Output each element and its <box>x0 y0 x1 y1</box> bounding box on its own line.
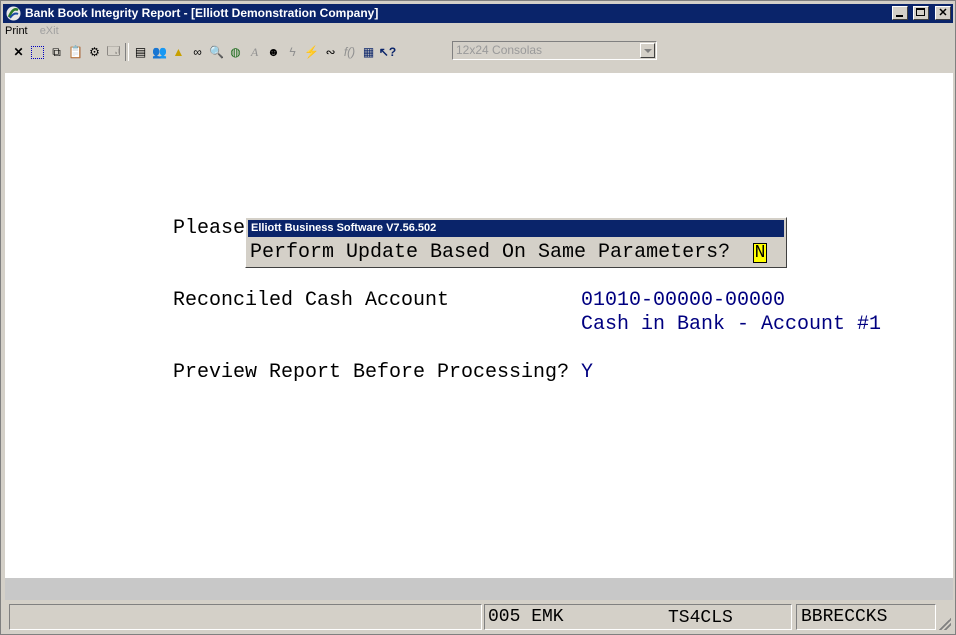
close-button[interactable]: ✕ <box>935 6 951 20</box>
copy-icon[interactable]: ⧉ <box>47 42 66 62</box>
status-bar: 005 EMK TS4CLS BBRECCKS <box>5 602 953 632</box>
lightning-icon[interactable]: ϟ <box>283 42 302 62</box>
help-pointer-icon[interactable]: ↖? <box>378 42 397 62</box>
maximize-button[interactable] <box>912 6 929 20</box>
resize-grip-icon[interactable] <box>939 618 951 630</box>
preview-value[interactable]: Y <box>581 361 593 385</box>
status-panel-station: TS4CLS <box>668 608 733 628</box>
terminal-screen: Please Reconciled Cash Account 01010-000… <box>5 73 953 578</box>
minimize-button[interactable] <box>892 6 909 20</box>
chevron-down-icon[interactable] <box>640 43 655 58</box>
properties-icon[interactable]: 🗔 <box>104 42 123 62</box>
status-panel-message <box>9 604 482 630</box>
link-icon[interactable]: ∾ <box>321 42 340 62</box>
paste-icon[interactable]: 📋 <box>66 42 85 62</box>
font-select-value: 12x24 Consolas <box>456 43 543 57</box>
toolbar: ✕ ⧉ 📋 ⚙ 🗔 ▤ 👥 ▲ ∞ 🔍 ◍ A ☻ ϟ ⚡ ∾ f() ▦ ↖? <box>9 41 397 63</box>
status-panel-user: 005 EMK <box>484 604 792 630</box>
horizontal-band <box>5 578 953 600</box>
account-label: Reconciled Cash Account <box>173 289 450 312</box>
menu-print[interactable]: Print <box>5 25 28 37</box>
dialog-question: Perform Update Based On Same Parameters? <box>250 241 731 264</box>
dialog-answer-input[interactable]: N <box>753 243 767 263</box>
title-bar[interactable]: Bank Book Integrity Report - [Elliott De… <box>3 4 953 23</box>
users-icon[interactable]: 👥 <box>150 42 169 62</box>
dialog-title: Elliott Business Software V7.56.502 <box>248 220 784 237</box>
lightning-box-icon[interactable]: ⚡ <box>302 42 321 62</box>
application-window: Bank Book Integrity Report - [Elliott De… <box>0 0 956 635</box>
font-icon[interactable]: A <box>245 42 264 62</box>
close-icon: ✕ <box>938 7 948 19</box>
please-text: Please <box>173 217 246 240</box>
account-number[interactable]: 01010-00000-00000 <box>581 289 785 313</box>
font-select[interactable]: 12x24 Consolas <box>452 41 657 60</box>
status-panel-program: BBRECCKS <box>796 604 936 630</box>
preview-label: Preview Report Before Processing? <box>173 361 570 384</box>
calculator-icon[interactable]: ▦ <box>359 42 378 62</box>
close-icon[interactable]: ✕ <box>9 42 28 62</box>
magnify-icon[interactable]: 🔍 <box>207 42 226 62</box>
alert-icon[interactable]: ▲ <box>169 42 188 62</box>
settings-icon[interactable]: ⚙ <box>85 42 104 62</box>
person-icon[interactable]: ☻ <box>264 42 283 62</box>
maximize-icon <box>915 8 925 16</box>
minimize-icon <box>896 15 904 17</box>
elliott-app-icon <box>6 6 21 21</box>
account-name: Cash in Bank - Account #1 <box>581 313 882 336</box>
function-icon[interactable]: f() <box>340 42 359 62</box>
menu-bar: Print eXit <box>5 25 68 40</box>
menu-exit[interactable]: eXit <box>40 25 59 37</box>
select-icon[interactable] <box>28 42 47 62</box>
toolbar-separator <box>125 43 129 61</box>
note-icon[interactable]: ▤ <box>131 42 150 62</box>
window-title: Bank Book Integrity Report - [Elliott De… <box>25 6 379 20</box>
binoculars-icon[interactable]: ∞ <box>188 42 207 62</box>
globe-icon[interactable]: ◍ <box>226 42 245 62</box>
confirm-dialog: Elliott Business Software V7.56.502 Perf… <box>245 217 787 268</box>
